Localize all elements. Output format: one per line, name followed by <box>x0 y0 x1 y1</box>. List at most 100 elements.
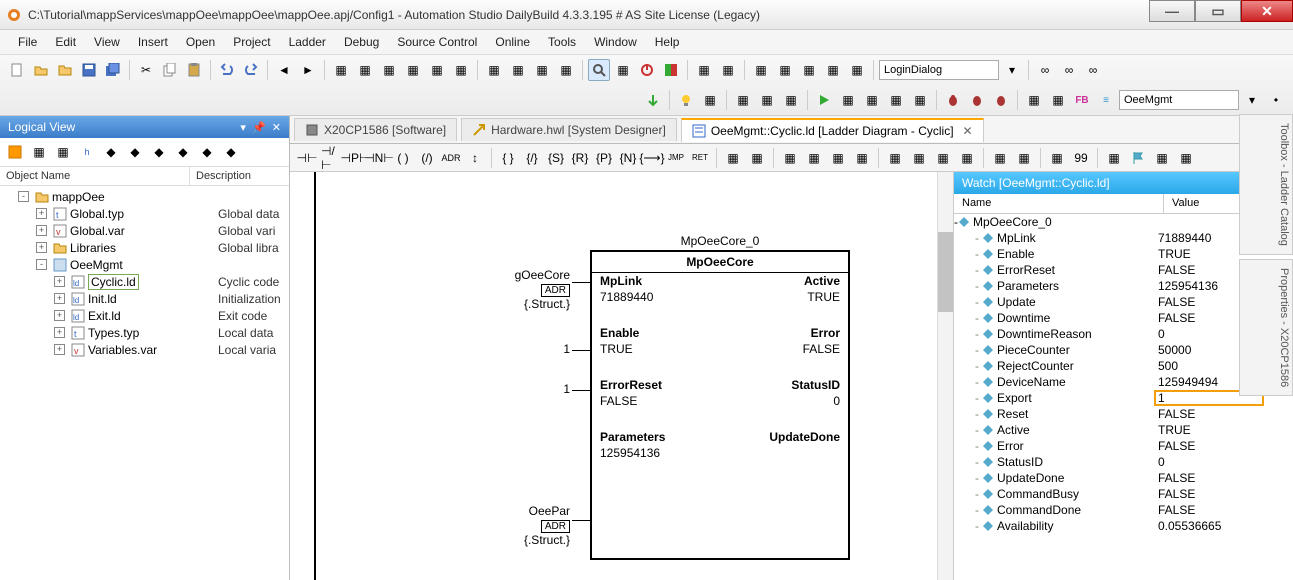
menu-ladder[interactable]: Ladder <box>281 32 334 52</box>
flag-icon[interactable] <box>1127 147 1149 169</box>
minimize-button[interactable]: — <box>1149 0 1195 22</box>
menu-file[interactable]: File <box>10 32 45 52</box>
menu-debug[interactable]: Debug <box>336 32 387 52</box>
paste-icon[interactable] <box>183 59 205 81</box>
tb-icon[interactable]: ▦ <box>555 59 577 81</box>
bug-icon[interactable] <box>942 89 964 111</box>
ld-jmp-icon[interactable]: JMP <box>665 147 687 169</box>
ld-icon[interactable]: ▦ <box>1175 147 1197 169</box>
new-icon[interactable] <box>6 59 28 81</box>
tb-icon[interactable]: ▦ <box>798 59 820 81</box>
menu-insert[interactable]: Insert <box>130 32 176 52</box>
menu-edit[interactable]: Edit <box>47 32 84 52</box>
tree-toggle-icon[interactable]: - <box>36 259 47 270</box>
col-objectname[interactable]: Object Name <box>0 167 190 185</box>
function-block[interactable]: MpOeeCore_0 MpOeeCore MpLinkActive718894… <box>590 250 850 560</box>
tb-icon[interactable]: ▦ <box>750 59 772 81</box>
tb-icon[interactable]: ▦ <box>483 59 505 81</box>
ladder-canvas[interactable]: MpOeeCore_0 MpOeeCore MpLinkActive718894… <box>290 172 953 580</box>
tb-icon[interactable]: ▦ <box>426 59 448 81</box>
undo-icon[interactable] <box>216 59 238 81</box>
watch-row[interactable]: -UpdateDoneFALSE <box>954 470 1293 486</box>
ld-icon[interactable]: ▦ <box>827 147 849 169</box>
menu-online[interactable]: Online <box>487 32 538 52</box>
ld-coil-icon[interactable]: {P} <box>593 147 615 169</box>
watch-row[interactable]: -CommandDoneFALSE <box>954 502 1293 518</box>
tb-icon[interactable]: ▦ <box>909 89 931 111</box>
tb-icon[interactable]: ▦ <box>507 59 529 81</box>
copy-icon[interactable] <box>159 59 181 81</box>
folder-icon[interactable] <box>54 59 76 81</box>
ld-contact-icon[interactable]: ⊣⊢ <box>296 147 318 169</box>
ld-icon[interactable]: ▦ <box>989 147 1011 169</box>
tb-icon[interactable]: ◆ <box>220 141 242 163</box>
tree-toggle-icon[interactable]: + <box>54 293 65 304</box>
watch-row[interactable]: -ResetFALSE <box>954 406 1293 422</box>
tb-icon[interactable]: ◆ <box>172 141 194 163</box>
play-icon[interactable] <box>813 89 835 111</box>
tb-icon[interactable]: • <box>1265 89 1287 111</box>
link-icon[interactable]: ∞ <box>1058 59 1080 81</box>
ld-icon[interactable]: ▦ <box>722 147 744 169</box>
ld-icon[interactable]: ▦ <box>1103 147 1125 169</box>
ld-icon[interactable]: ▦ <box>1151 147 1173 169</box>
tb-icon[interactable]: ▦ <box>450 59 472 81</box>
tb-icon[interactable]: ◆ <box>124 141 146 163</box>
tb-icon[interactable] <box>4 141 26 163</box>
tb-icon[interactable]: ▦ <box>846 59 868 81</box>
tree-row[interactable]: +LibrariesGlobal libra <box>0 239 289 256</box>
ld-icon[interactable]: ▦ <box>851 147 873 169</box>
search-icon[interactable] <box>588 59 610 81</box>
ld-coil-icon[interactable]: (/) <box>416 147 438 169</box>
nav-down-icon[interactable] <box>642 89 664 111</box>
ld-icon[interactable]: ▦ <box>1046 147 1068 169</box>
ld-icon[interactable]: ▦ <box>908 147 930 169</box>
panel-controls[interactable]: ▾ 📌 ✕ <box>240 121 281 134</box>
editor-tab[interactable]: X20CP1586 [Software] <box>294 118 457 141</box>
project-tree[interactable]: -mappOee+tGlobal.typGlobal data+vGlobal.… <box>0 186 289 580</box>
tb-icon[interactable]: ◆ <box>196 141 218 163</box>
tb-icon[interactable]: ▦ <box>717 59 739 81</box>
tree-toggle-icon[interactable]: - <box>18 191 29 202</box>
tb-icon[interactable]: ▦ <box>756 89 778 111</box>
save-icon[interactable] <box>78 59 100 81</box>
menu-help[interactable]: Help <box>647 32 688 52</box>
tree-row[interactable]: +ldExit.ldExit code <box>0 307 289 324</box>
tb-icon[interactable]: ▦ <box>1047 89 1069 111</box>
tree-toggle-icon[interactable]: + <box>36 242 47 253</box>
tb-icon[interactable]: ▦ <box>693 59 715 81</box>
menu-view[interactable]: View <box>86 32 128 52</box>
watch-row[interactable]: -StatusID0 <box>954 454 1293 470</box>
dropdown-icon[interactable]: ▾ <box>1001 59 1023 81</box>
bug-icon[interactable] <box>990 89 1012 111</box>
tree-row[interactable]: +ldCyclic.ldCyclic code <box>0 273 289 290</box>
open-icon[interactable] <box>30 59 52 81</box>
close-button[interactable]: ✕ <box>1241 0 1293 22</box>
tree-toggle-icon[interactable]: + <box>54 276 65 287</box>
tree-row[interactable]: +tTypes.typLocal data <box>0 324 289 341</box>
ld-contact-icon[interactable]: ⊣P⊢ <box>344 147 366 169</box>
tb-icon[interactable] <box>660 59 682 81</box>
ld-coil-icon[interactable]: {R} <box>569 147 591 169</box>
tree-row[interactable]: +vVariables.varLocal varia <box>0 341 289 358</box>
tree-row[interactable]: +ldInit.ldInitialization <box>0 290 289 307</box>
col-description[interactable]: Description <box>190 167 289 185</box>
tree-toggle-icon[interactable]: + <box>54 310 65 321</box>
tb-icon[interactable]: ◆ <box>100 141 122 163</box>
power-icon[interactable] <box>636 59 658 81</box>
tree-toggle-icon[interactable]: + <box>54 327 65 338</box>
tb-icon[interactable]: ▦ <box>28 141 50 163</box>
combo-target[interactable] <box>1119 90 1239 110</box>
tb-icon[interactable]: ▦ <box>354 59 376 81</box>
watch-row[interactable]: -CommandBusyFALSE <box>954 486 1293 502</box>
tab-close-icon[interactable]: ✕ <box>963 124 973 138</box>
ld-coil-icon[interactable]: ( ) <box>392 147 414 169</box>
ld-icon[interactable]: 99 <box>1070 147 1092 169</box>
combo-login[interactable] <box>879 60 999 80</box>
ld-ret-icon[interactable]: RET <box>689 147 711 169</box>
ld-contact-icon[interactable]: ⊣N⊢ <box>368 147 390 169</box>
redo-icon[interactable] <box>240 59 262 81</box>
ld-coil-icon[interactable]: { } <box>497 147 519 169</box>
fb-icon[interactable]: ≡ <box>1095 89 1117 111</box>
ld-icon[interactable]: ▦ <box>884 147 906 169</box>
